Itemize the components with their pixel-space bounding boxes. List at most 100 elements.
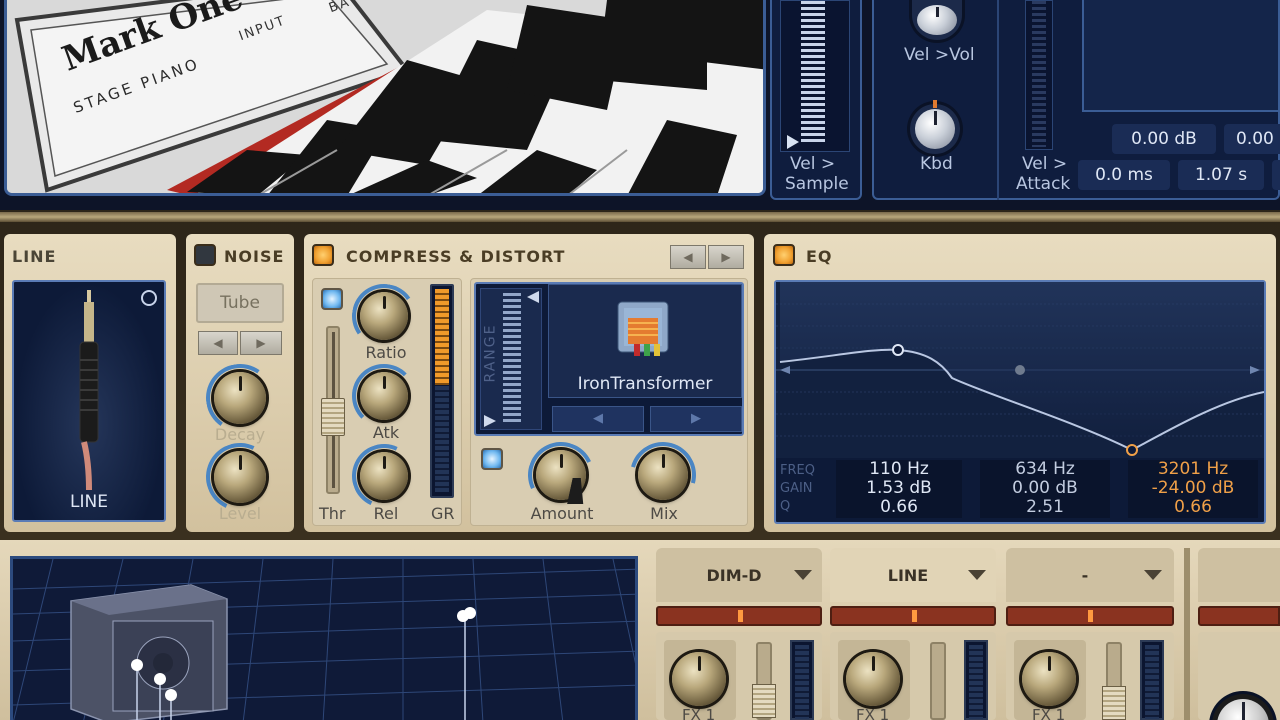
mix-label: Mix xyxy=(650,504,678,523)
eq-band-2-node[interactable] xyxy=(1015,365,1025,375)
display-field-3-text: 0.0 ms xyxy=(1095,165,1153,185)
display-field-1[interactable]: 0.00 dB xyxy=(1112,124,1216,154)
eq-band-3-gain[interactable]: -24.00 dB xyxy=(1128,479,1258,498)
rel-label: Rel xyxy=(373,504,399,523)
display-field-2-text: 0.00 xyxy=(1236,129,1274,149)
eq-band-1-params[interactable]: 110 Hz 1.53 dB 0.66 xyxy=(836,460,962,518)
jack-plug-icon xyxy=(79,290,99,490)
eq-band-3-node[interactable] xyxy=(1126,444,1138,456)
vel-attack-label-2: Attack xyxy=(1016,174,1071,194)
line-title: LINE xyxy=(12,247,57,266)
fx-slot-1-knob[interactable] xyxy=(672,652,726,706)
compress-next-button[interactable]: ▶ xyxy=(708,245,744,269)
display-field-5[interactable] xyxy=(1272,160,1280,190)
line-ring-icon[interactable] xyxy=(141,290,157,306)
threshold-slider-handle[interactable] xyxy=(321,398,345,436)
rel-knob[interactable] xyxy=(360,452,408,500)
fx-slot-4-tab[interactable] xyxy=(1198,548,1280,602)
piano-image: Mark One STAGE PIANO INPUT BA xyxy=(4,0,766,196)
fx-slot-2-knob[interactable] xyxy=(846,652,900,706)
fx-slot-1-fader[interactable] xyxy=(752,642,776,720)
eq-title: EQ xyxy=(806,247,833,266)
plugin-window: Mark One STAGE PIANO INPUT BA Vel > Samp… xyxy=(0,0,1280,720)
eq-band-3-freq[interactable]: 3201 Hz xyxy=(1128,460,1258,479)
fx-slot-2-knob-label: FX 1 xyxy=(856,706,890,720)
display-field-4-text: 1.07 s xyxy=(1194,165,1248,185)
display-field-1-text: 0.00 dB xyxy=(1131,129,1197,149)
vel-attack-meter[interactable] xyxy=(1025,0,1053,150)
noise-type-value: Tube xyxy=(220,293,260,313)
eq-band-2-freq[interactable]: 634 Hz xyxy=(980,460,1110,479)
level-knob[interactable] xyxy=(214,451,266,503)
line-input-display[interactable]: LINE xyxy=(12,280,166,522)
mic-3-handle[interactable] xyxy=(165,689,177,701)
eq-curve-graph[interactable] xyxy=(776,282,1264,458)
model-prev-button[interactable]: ◀ xyxy=(552,406,644,432)
vel-vol-label: Vel >Vol xyxy=(904,45,975,65)
compress-power-led[interactable] xyxy=(312,244,334,266)
display-field-4[interactable]: 1.07 s xyxy=(1178,160,1264,190)
amp-room-view[interactable] xyxy=(10,556,638,720)
eq-band-1-q[interactable]: 0.66 xyxy=(836,498,962,517)
atk-knob[interactable] xyxy=(360,372,408,420)
fx-slot-1-level-meter xyxy=(790,640,814,720)
vel-sample-meter[interactable] xyxy=(780,0,850,152)
model-next-button[interactable]: ▶ xyxy=(650,406,742,432)
eq-band-3-params[interactable]: 3201 Hz -24.00 dB 0.66 xyxy=(1128,460,1258,518)
display-field-2[interactable]: 0.00 xyxy=(1224,124,1280,154)
noise-next-button[interactable]: ▶ xyxy=(240,331,282,355)
rack-top-rail xyxy=(0,212,1280,222)
noise-title: NOISE xyxy=(224,247,285,266)
range-top-pointer[interactable] xyxy=(527,291,539,303)
mic-5-handle[interactable] xyxy=(464,607,476,619)
compressor-enable-led[interactable] xyxy=(321,288,343,310)
ratio-label: Ratio xyxy=(365,343,407,362)
decay-knob[interactable] xyxy=(214,372,266,424)
fx-slot-1-dropdown-icon[interactable] xyxy=(794,570,812,580)
kbd-knob[interactable] xyxy=(910,104,960,154)
noise-type-select[interactable]: Tube xyxy=(196,283,284,323)
decay-label: Decay xyxy=(214,425,266,444)
eq-power-led[interactable] xyxy=(773,244,795,266)
eq-display[interactable]: FREQ GAIN Q 110 Hz 1.53 dB 0.66 634 Hz 0… xyxy=(774,280,1266,524)
compress-prev-button[interactable]: ◀ xyxy=(670,245,706,269)
eq-band-1-gain[interactable]: 1.53 dB xyxy=(836,479,962,498)
mix-knob[interactable] xyxy=(638,450,688,500)
kbd-knob-marker xyxy=(933,100,937,108)
transformer-icon xyxy=(617,301,669,356)
mic-1-handle[interactable] xyxy=(131,659,143,671)
distortion-enable-led[interactable] xyxy=(481,448,503,470)
kbd-label: Kbd xyxy=(920,154,953,174)
fx-slot-2-name: LINE xyxy=(887,566,929,585)
noise-power-led[interactable] xyxy=(194,244,216,266)
range-meter[interactable]: RANGE xyxy=(480,288,542,430)
fx-slot-2-level-meter xyxy=(964,640,988,720)
mic-2-handle[interactable] xyxy=(154,673,166,685)
vel-attack-label-1: Vel > xyxy=(1022,154,1068,174)
eq-band-2-params[interactable]: 634 Hz 0.00 dB 2.51 xyxy=(980,460,1110,518)
fx-slot-3-knob-label: FX 1 xyxy=(1032,706,1066,720)
fx-slot-3-knob[interactable] xyxy=(1022,652,1076,706)
fx-slot-3-fader[interactable] xyxy=(1102,642,1126,720)
display-field-3[interactable]: 0.0 ms xyxy=(1078,160,1170,190)
distortion-model-name: IronTransformer xyxy=(577,374,713,394)
noise-prev-button[interactable]: ◀ xyxy=(198,331,238,355)
divider-line xyxy=(997,0,999,200)
room-grid-art xyxy=(13,559,635,720)
fx-slot-2-fader[interactable] xyxy=(930,642,946,720)
fx-slot-2-dropdown-icon[interactable] xyxy=(968,570,986,580)
range-bottom-pointer[interactable] xyxy=(484,415,496,427)
ratio-knob[interactable] xyxy=(360,292,408,340)
amount-label: Amount xyxy=(530,504,594,523)
fx-slot-3-dropdown-icon[interactable] xyxy=(1144,570,1162,580)
gain-reduction-meter xyxy=(430,284,454,498)
vel-sample-pointer[interactable] xyxy=(787,135,799,149)
eq-band-3-q[interactable]: 0.66 xyxy=(1128,498,1258,517)
eq-freq-row-label: FREQ xyxy=(780,463,815,478)
eq-band-2-q[interactable]: 2.51 xyxy=(980,498,1110,517)
eq-band-1-node[interactable] xyxy=(892,344,904,356)
eq-band-1-freq[interactable]: 110 Hz xyxy=(836,460,962,479)
fx-slot-2-meter xyxy=(830,606,996,626)
fx-slot-3-name: - xyxy=(1081,566,1089,585)
eq-band-2-gain[interactable]: 0.00 dB xyxy=(980,479,1110,498)
